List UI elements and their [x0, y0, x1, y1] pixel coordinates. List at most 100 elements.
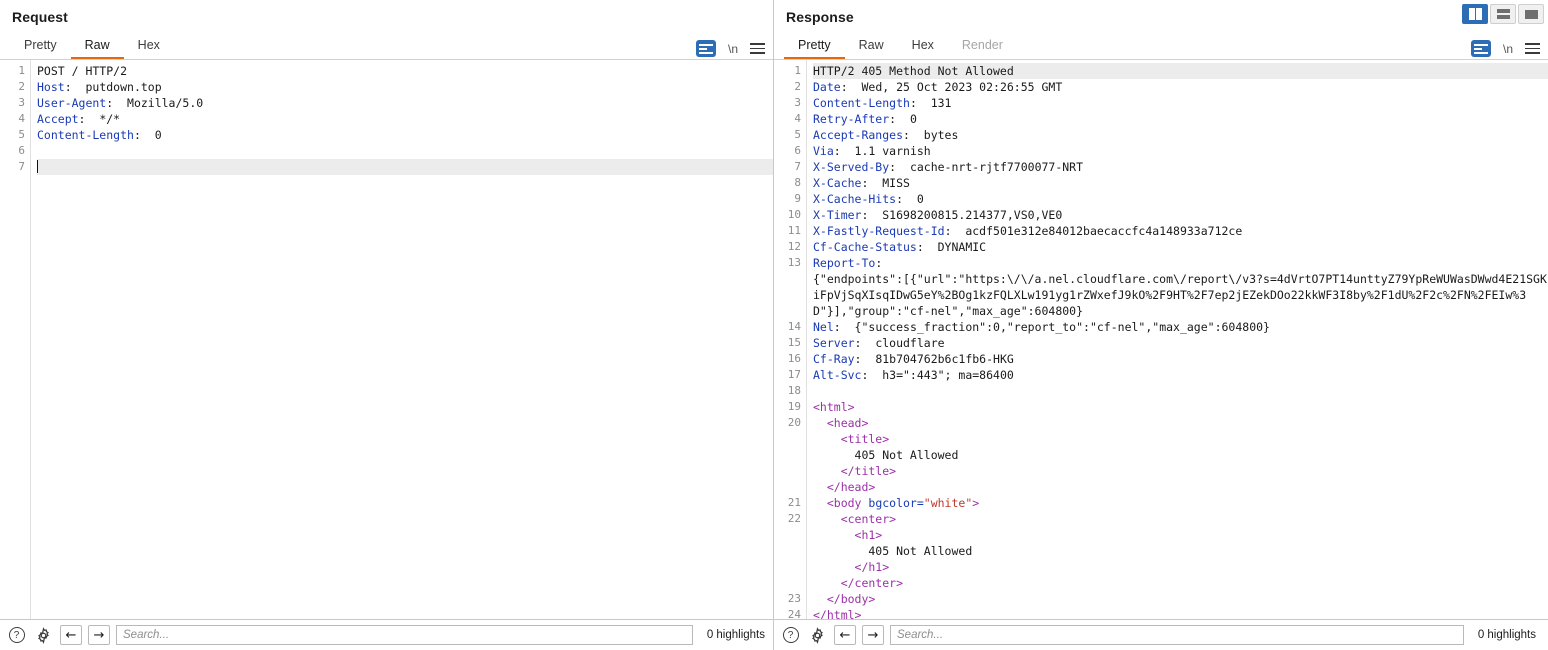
code-line: 405 Not Allowed — [813, 448, 959, 462]
code-line: <h1> — [813, 528, 883, 542]
gear-icon[interactable] — [807, 625, 828, 646]
line-number: 21 — [787, 496, 801, 509]
newline-icon[interactable]: \n — [1503, 42, 1513, 56]
code-line: Server: cloudflare — [813, 336, 945, 350]
code-line: Report-To: — [813, 256, 883, 270]
line-number: 23 — [787, 592, 801, 605]
search-back-button[interactable]: ← — [60, 625, 82, 645]
response-pane: Response Pretty Raw Hex Render \n 1 2 3 … — [774, 0, 1548, 650]
code-line: Accept: */* — [37, 112, 121, 126]
line-number — [774, 431, 806, 447]
code-line: X-Cache: MISS — [813, 176, 910, 190]
code-line: Cf-Cache-Status: DYNAMIC — [813, 240, 987, 254]
line-number: 18 — [787, 384, 801, 397]
code-line: </html> — [813, 608, 862, 619]
tab-response-hex[interactable]: Hex — [898, 36, 948, 59]
code-line: </title> — [813, 464, 897, 478]
line-number: 11 — [787, 224, 801, 237]
line-number: 13 — [787, 256, 801, 269]
text-caret — [37, 160, 38, 173]
newline-icon[interactable]: \n — [728, 42, 738, 56]
line-number: 19 — [787, 400, 801, 413]
gear-icon[interactable] — [33, 625, 54, 646]
search-back-button[interactable]: ← — [834, 625, 856, 645]
code-line: X-Served-By: cache-nrt-rjtf7700077-NRT — [813, 160, 1084, 174]
line-number: 3 — [794, 96, 801, 109]
tab-request-raw[interactable]: Raw — [70, 36, 124, 59]
code-line: User-Agent: Mozilla/5.0 — [37, 96, 204, 110]
tab-request-hex[interactable]: Hex — [124, 36, 174, 59]
help-icon[interactable]: ? — [6, 625, 27, 646]
response-code[interactable]: HTTP/2 405 Method Not Allowed Date: Wed, … — [806, 60, 1548, 619]
line-number: 5 — [18, 128, 25, 141]
line-number: 4 — [18, 112, 25, 125]
code-line: X-Cache-Hits: 0 — [813, 192, 924, 206]
request-search-input[interactable] — [116, 625, 693, 645]
line-number — [774, 543, 806, 559]
tab-response-pretty[interactable]: Pretty — [784, 36, 845, 59]
word-wrap-icon[interactable] — [695, 40, 716, 57]
code-line: <body bgcolor="white"> — [813, 496, 980, 510]
line-number — [774, 463, 806, 479]
code-line: Accept-Ranges: bytes — [813, 128, 959, 142]
request-code[interactable]: POST / HTTP/2 Host: putdown.top User-Agent… — [30, 60, 773, 619]
layout-stacked-button[interactable] — [1490, 4, 1516, 24]
line-number: 1 — [18, 64, 25, 77]
line-number: 2 — [18, 80, 25, 93]
tab-response-raw[interactable]: Raw — [845, 36, 898, 59]
code-line: Host: putdown.top — [37, 80, 162, 94]
help-icon[interactable]: ? — [780, 625, 801, 646]
menu-icon[interactable] — [750, 43, 765, 54]
code-line: Retry-After: 0 — [813, 112, 917, 126]
line-number — [774, 447, 806, 463]
code-line: Content-Length: 0 — [37, 128, 162, 142]
search-forward-button[interactable]: → — [862, 625, 884, 645]
code-line: Content-Length: 131 — [813, 96, 952, 110]
line-number: 12 — [787, 240, 801, 253]
request-pane: Request Pretty Raw Hex \n 1 2 3 4 5 6 7 POST /… — [0, 0, 774, 650]
line-number: 3 — [18, 96, 25, 109]
line-number — [774, 575, 806, 591]
layout-single-button[interactable] — [1518, 4, 1544, 24]
menu-icon[interactable] — [1525, 43, 1540, 54]
line-number: 7 — [18, 160, 25, 173]
code-line: X-Fastly-Request-Id: acdf501e312e84012ba… — [813, 224, 1243, 238]
layout-side-by-side-button[interactable] — [1462, 4, 1488, 24]
line-number: 20 — [787, 416, 801, 429]
response-tabbar: Pretty Raw Hex Render \n — [774, 34, 1548, 60]
response-header: Response — [774, 0, 1548, 34]
request-title: Request — [12, 9, 68, 25]
code-line: 405 Not Allowed — [813, 544, 973, 558]
line-number: 5 — [794, 128, 801, 141]
request-header: Request — [0, 0, 773, 34]
response-editor[interactable]: 1 2 3 4 5 6 7 8 9 10 11 12 13 14 15 16 17 18 19 20 21 22 23 24 … — [774, 60, 1548, 619]
request-response-viewer: Request Pretty Raw Hex \n 1234567 POST /… — [0, 0, 1548, 650]
code-line: Cf-Ray: 81b704762b6c1fb6-HKG — [813, 352, 1014, 366]
response-search-input[interactable] — [890, 625, 1464, 645]
line-number: 4 — [794, 112, 801, 125]
response-highlights-count: 0 highlights — [1477, 629, 1536, 641]
line-number: 7 — [794, 160, 801, 173]
line-number — [774, 479, 806, 495]
code-line: <head> — [813, 416, 869, 430]
line-number: 6 — [794, 144, 801, 157]
code-line: Alt-Svc: h3=":443"; ma=86400 — [813, 368, 1014, 382]
line-number: 8 — [794, 176, 801, 189]
code-line: </h1> — [813, 560, 890, 574]
request-gutter: 1 2 3 4 5 6 7 — [0, 60, 30, 619]
request-highlights-count: 0 highlights — [706, 629, 765, 641]
tab-response-render[interactable]: Render — [948, 36, 1017, 59]
tab-request-pretty[interactable]: Pretty — [10, 36, 71, 59]
code-line: X-Timer: S1698200815.214377,VS0,VE0 — [813, 208, 1063, 222]
code-line: POST / HTTP/2 — [37, 64, 128, 78]
request-bottombar: ? ← → 0 highlights — [0, 619, 773, 650]
code-line: Date: Wed, 25 Oct 2023 02:26:55 GMT — [813, 80, 1063, 94]
line-number: 17 — [787, 368, 801, 381]
search-forward-button[interactable]: → — [88, 625, 110, 645]
request-editor[interactable]: 1 2 3 4 5 6 7 POST / HTTP/2 Host: putdown.top Us… — [0, 60, 773, 619]
line-number: 14 — [787, 320, 801, 333]
line-number — [774, 527, 806, 543]
word-wrap-icon[interactable] — [1470, 40, 1491, 57]
line-number: 2 — [794, 80, 801, 93]
